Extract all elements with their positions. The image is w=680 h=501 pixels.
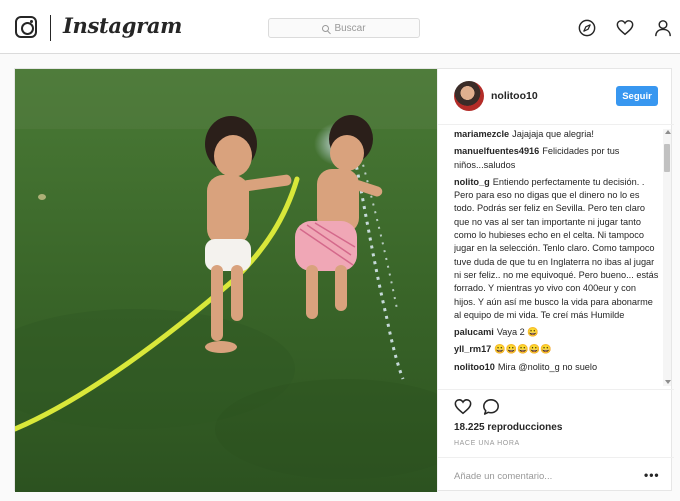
- comment-bubble-icon[interactable]: [482, 398, 500, 416]
- search-placeholder: Buscar: [334, 22, 366, 34]
- search-icon: [322, 24, 330, 32]
- comment-item: mariamezcle Jajajaja que alegria!: [454, 128, 659, 141]
- author-username[interactable]: nolitoo10: [491, 90, 538, 102]
- post-actions: 18.225 reproducciones HACE UNA HORA •••: [438, 389, 674, 492]
- heart-icon[interactable]: [616, 19, 634, 37]
- comment-text: Vaya 2 😀: [496, 327, 539, 338]
- comment-item: yll_rm17 😀😀😀😀😀: [454, 343, 659, 356]
- comment-text: Jajajaja que alegria!: [512, 129, 594, 139]
- comment-username[interactable]: palucami: [454, 327, 494, 337]
- post-card: nolitoo10 Seguir mariamezcle Jajajaja que…: [14, 68, 674, 492]
- like-heart-icon[interactable]: [454, 398, 472, 416]
- comment-item: nolitoo10 Mira @nolito_g no suelo: [454, 361, 659, 374]
- comment-text: Entiendo perfectamente tu decisión. . Pe…: [454, 176, 659, 320]
- instagram-wordmark[interactable]: Instagram: [63, 13, 182, 38]
- comment-item: palucami Vaya 2 😀: [454, 326, 659, 339]
- post-video[interactable]: [15, 69, 437, 492]
- instagram-logo-icon[interactable]: [15, 16, 37, 38]
- comment-username[interactable]: mariamezcle: [454, 129, 509, 139]
- comment-item: manuelfuentes4916 Felicidades por tus niñ…: [454, 145, 659, 172]
- scrollbar-thumb[interactable]: [664, 144, 670, 172]
- comment-username[interactable]: yll_rm17: [454, 344, 491, 354]
- search-input[interactable]: Buscar: [268, 18, 420, 38]
- comment-username[interactable]: nolito_g: [454, 177, 490, 187]
- top-nav-bar: Instagram Buscar: [0, 0, 680, 54]
- comment-text: 😀😀😀😀😀: [494, 344, 552, 355]
- post-side-panel: nolitoo10 Seguir mariamezcle Jajajaja que…: [437, 69, 674, 492]
- follow-button[interactable]: Seguir: [616, 86, 658, 106]
- post-timestamp[interactable]: HACE UNA HORA: [454, 440, 520, 447]
- comment-username[interactable]: nolitoo10: [454, 362, 495, 372]
- view-count: 18.225 reproducciones: [454, 422, 563, 433]
- more-options-icon[interactable]: •••: [644, 468, 660, 482]
- scroll-up-arrow-icon[interactable]: [665, 130, 671, 134]
- comment-item: nolito_g Entiendo perfectamente tu decisi…: [454, 176, 659, 322]
- video-frame: [15, 69, 437, 492]
- comment-username[interactable]: manuelfuentes4916: [454, 146, 539, 156]
- logo-divider: [50, 15, 51, 41]
- scroll-down-arrow-icon[interactable]: [665, 380, 671, 384]
- comment-input[interactable]: [454, 468, 624, 484]
- comments-list[interactable]: mariamezcle Jajajaja que alegria! manuelf…: [454, 128, 659, 386]
- explore-icon[interactable]: [578, 19, 596, 37]
- post-header: nolitoo10 Seguir: [438, 69, 674, 125]
- avatar[interactable]: [454, 81, 484, 111]
- comment-text: Mira @nolito_g no suelo: [497, 361, 598, 372]
- profile-icon[interactable]: [654, 19, 672, 37]
- add-comment-bar: •••: [438, 457, 674, 493]
